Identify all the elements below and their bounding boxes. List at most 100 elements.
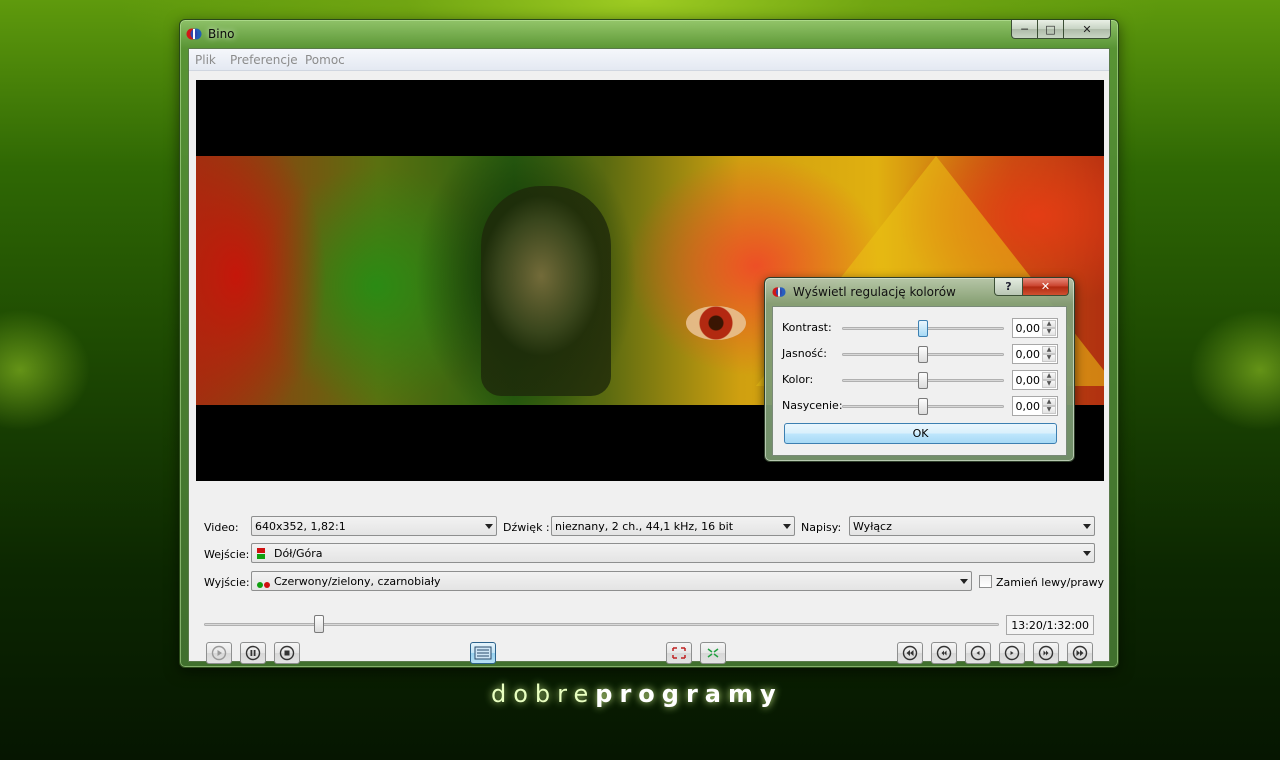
- time-display: 13:20/1:32:00: [1006, 615, 1094, 635]
- contrast-slider-thumb[interactable]: [918, 320, 928, 337]
- contrast-row: Kontrast: 0,00 ▲ ▼: [773, 318, 1066, 338]
- caption-buttons: ─ □ ✕: [1011, 20, 1111, 39]
- input-mode-value: Dół/Góra: [274, 547, 323, 560]
- spin-up-icon[interactable]: ▲: [1042, 372, 1056, 380]
- video-stream-select[interactable]: 640x352, 1,82:1: [251, 516, 497, 536]
- seek-back-far-icon: [902, 645, 918, 661]
- subtitles-select[interactable]: Wyłącz: [849, 516, 1095, 536]
- seek-forward-small-button[interactable]: [999, 642, 1025, 664]
- seek-back-button[interactable]: [931, 642, 957, 664]
- audio-stream-select[interactable]: nieznany, 2 ch., 44,1 kHz, 16 bit: [551, 516, 795, 536]
- brand-part-1: dobre: [491, 680, 596, 708]
- saturation-spinbox[interactable]: 0,00 ▲ ▼: [1012, 396, 1058, 416]
- saturation-label: Nasycenie:: [782, 399, 843, 412]
- bino-app-icon: [186, 28, 202, 40]
- video-stream-value: 640x352, 1,82:1: [255, 520, 346, 533]
- subtitles-value: Wyłącz: [853, 520, 892, 533]
- chevron-down-icon: [1083, 524, 1091, 529]
- seek-forward-far-icon: [1072, 645, 1088, 661]
- brightness-slider-thumb[interactable]: [918, 346, 928, 363]
- ok-button[interactable]: OK: [784, 423, 1057, 444]
- menu-preferences[interactable]: Preferencje: [230, 53, 298, 67]
- video-label: Video:: [204, 521, 239, 534]
- fullscreen-button[interactable]: [666, 642, 692, 664]
- bino-app-icon: [772, 287, 786, 297]
- title-bar[interactable]: Bino ─ □ ✕: [180, 20, 1118, 48]
- pause-button[interactable]: [240, 642, 266, 664]
- menu-help[interactable]: Pomoc: [305, 53, 345, 67]
- maximize-icon: □: [1045, 22, 1056, 36]
- hue-label: Kolor:: [782, 373, 814, 386]
- subtitles-label: Napisy:: [801, 521, 842, 534]
- close-button[interactable]: ✕: [1064, 20, 1111, 39]
- hue-value: 0,00: [1015, 374, 1041, 387]
- saturation-value: 0,00: [1015, 400, 1041, 413]
- color-adjust-dialog: Wyświetl regulację kolorów ? ✕ Kontrast:…: [764, 277, 1075, 462]
- maximize-button[interactable]: □: [1038, 20, 1064, 39]
- output-mode-value: Czerwony/zielony, czarnobiały: [274, 575, 441, 588]
- brightness-label: Jasność:: [782, 347, 827, 360]
- seek-forward-far-button[interactable]: [1067, 642, 1093, 664]
- brand-part-2: programy: [595, 680, 783, 708]
- seek-back-small-button[interactable]: [965, 642, 991, 664]
- saturation-slider-thumb[interactable]: [918, 398, 928, 415]
- spin-down-icon[interactable]: ▼: [1042, 328, 1056, 336]
- stop-button[interactable]: [274, 642, 300, 664]
- stop-icon: [279, 645, 295, 661]
- input-mode-select[interactable]: Dół/Góra: [251, 543, 1095, 563]
- video-figure: [481, 186, 611, 396]
- chevron-down-icon: [783, 524, 791, 529]
- audio-stream-value: nieznany, 2 ch., 44,1 kHz, 16 bit: [555, 520, 734, 533]
- minimize-icon: ─: [1021, 22, 1028, 36]
- spin-up-icon[interactable]: ▲: [1042, 346, 1056, 354]
- play-button[interactable]: [206, 642, 232, 664]
- hue-spinbox[interactable]: 0,00 ▲ ▼: [1012, 370, 1058, 390]
- contrast-value: 0,00: [1015, 322, 1041, 335]
- brand-watermark: dobreprogramy: [491, 680, 783, 708]
- swap-eyes-label: Zamień lewy/prawy: [996, 576, 1105, 589]
- spin-down-icon[interactable]: ▼: [1042, 380, 1056, 388]
- video-eye: [686, 306, 746, 340]
- chevron-down-icon: [960, 579, 968, 584]
- output-mode-select[interactable]: Czerwony/zielony, czarnobiały: [251, 571, 972, 591]
- center-button[interactable]: [700, 642, 726, 664]
- anaglyph-icon: [257, 578, 273, 588]
- playlist-button[interactable]: [470, 642, 496, 664]
- seek-forward-button[interactable]: [1033, 642, 1059, 664]
- seek-slider-thumb[interactable]: [314, 615, 324, 633]
- brightness-value: 0,00: [1015, 348, 1041, 361]
- chevron-down-icon: [1083, 551, 1091, 556]
- spin-up-icon[interactable]: ▲: [1042, 320, 1056, 328]
- help-button[interactable]: ?: [994, 278, 1023, 296]
- window-title: Bino: [208, 27, 235, 41]
- hue-slider-thumb[interactable]: [918, 372, 928, 389]
- contrast-label: Kontrast:: [782, 321, 832, 334]
- seek-back-small-icon: [970, 645, 986, 661]
- swap-eyes-checkbox[interactable]: [979, 575, 992, 588]
- play-icon: [211, 645, 227, 661]
- audio-label: Dźwięk :: [503, 521, 550, 534]
- minimize-button[interactable]: ─: [1011, 20, 1038, 39]
- dialog-close-button[interactable]: ✕: [1023, 278, 1069, 296]
- playlist-icon: [474, 646, 492, 660]
- output-label: Wyjście:: [204, 576, 250, 589]
- contrast-spinbox[interactable]: 0,00 ▲ ▼: [1012, 318, 1058, 338]
- close-icon: ✕: [1040, 280, 1051, 293]
- fullscreen-icon: [672, 647, 686, 659]
- close-icon: ✕: [1082, 22, 1092, 36]
- input-label: Wejście:: [204, 548, 250, 561]
- pause-icon: [245, 645, 261, 661]
- brightness-spinbox[interactable]: 0,00 ▲ ▼: [1012, 344, 1058, 364]
- dialog-title: Wyświetl regulację kolorów: [793, 285, 956, 299]
- top-bottom-icon: [257, 548, 265, 559]
- spin-down-icon[interactable]: ▼: [1042, 406, 1056, 414]
- menu-bar: Plik Preferencje Pomoc: [189, 49, 1109, 71]
- saturation-row: Nasycenie: 0,00 ▲ ▼: [773, 396, 1066, 416]
- menu-file[interactable]: Plik: [195, 53, 216, 67]
- hue-row: Kolor: 0,00 ▲ ▼: [773, 370, 1066, 390]
- seek-forward-icon: [1038, 645, 1054, 661]
- seek-back-icon: [936, 645, 952, 661]
- spin-up-icon[interactable]: ▲: [1042, 398, 1056, 406]
- spin-down-icon[interactable]: ▼: [1042, 354, 1056, 362]
- seek-back-far-button[interactable]: [897, 642, 923, 664]
